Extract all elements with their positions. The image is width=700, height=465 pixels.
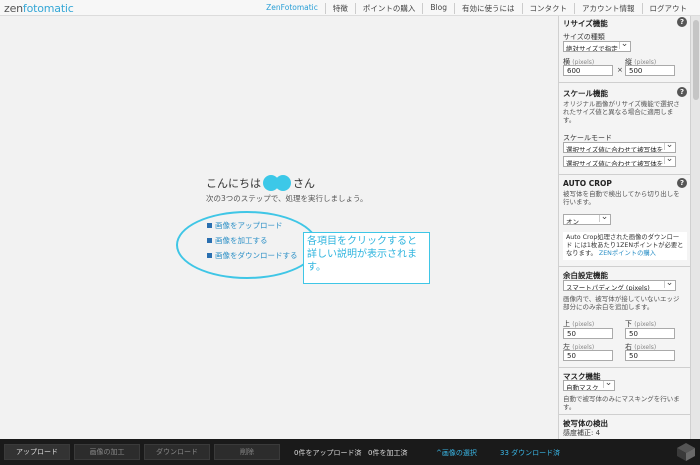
margin-title: 余白設定機能 <box>563 271 608 280</box>
mask-select[interactable]: 自動マスク <box>563 380 615 391</box>
upload-button[interactable]: アップロード <box>4 444 70 460</box>
settings-panel: リサイズ機能? サイズの種類 絶対サイズで指定 横 (pixels) 縦 (pi… <box>558 16 690 439</box>
step-upload-link[interactable]: 画像をアップロード <box>207 218 298 233</box>
logo-prefix: zen <box>4 2 23 15</box>
delete-button[interactable]: 削除 <box>214 444 280 460</box>
scrollbar-thumb[interactable] <box>693 20 699 100</box>
margin-bottom-unit: (pixels) <box>634 321 657 328</box>
autocrop-description: 被写体を自動で検出してから切り出しを行います。 <box>563 190 680 206</box>
sensitivity-label: 感度補正: 4 <box>563 429 601 437</box>
margin-bottom-label-text: 下 <box>625 320 632 328</box>
times-symbol: × <box>617 66 623 74</box>
margin-bottom-input[interactable]: 50 <box>625 328 675 339</box>
nav-item-features[interactable]: 特徴 <box>326 3 356 14</box>
scale-mode-select-2[interactable]: 選択サイズ値に合わせて被写体を <box>563 156 676 167</box>
cube-logo-icon <box>677 443 695 461</box>
greeting-subtitle: 次の3つのステップで、処理を実行しましょう。 <box>206 194 368 203</box>
nav-item-logout[interactable]: ログアウト <box>643 3 695 14</box>
scale-section: スケール機能? <box>559 86 690 101</box>
divider <box>559 266 690 267</box>
greeting: こんにちは さん <box>206 175 315 191</box>
divider <box>559 367 690 368</box>
greeting-prefix: こんにちは <box>206 177 261 190</box>
scale-description: オリジナル画像がリサイズ機能で選択されたサイズ値と異なる場合に適用します。 <box>563 100 680 124</box>
instruction-callout: 各項目をクリックすると詳しい説明が表示されます。 <box>303 232 430 284</box>
margin-description: 画像内で、被写体が接していないエッジ部分にのみ余白を追加します。 <box>563 295 680 311</box>
square-bullet-icon <box>207 223 212 228</box>
divider <box>559 82 690 83</box>
autocrop-title: AUTO CROP <box>563 179 612 188</box>
margin-top-label-text: 上 <box>563 320 570 328</box>
scale-mode-select-1[interactable]: 選択サイズ値に合わせて被写体を <box>563 142 676 153</box>
step-process-link[interactable]: 画像を加工する <box>207 233 298 248</box>
margin-left-input[interactable]: 50 <box>563 350 613 361</box>
divider <box>559 414 690 415</box>
autocrop-note: Auto Crop処理された画像のダウンロード には1枚あたり1ZENポイントが… <box>563 232 687 260</box>
height-input[interactable]: 500 <box>625 65 675 76</box>
width-input[interactable]: 600 <box>563 65 613 76</box>
top-navigation-bar: zenfotomatic ZenFotomatic 特徴 ポイントの購入 Blo… <box>0 0 700 16</box>
processed-count: 0件を加工済 <box>368 449 408 457</box>
nav-item-blog[interactable]: Blog <box>423 3 455 14</box>
step-download-label: 画像をダウンロードする <box>215 251 298 260</box>
resize-title: リサイズ機能 <box>563 19 608 28</box>
nav-item-account[interactable]: アカウント情報 <box>575 3 643 14</box>
select-images-link[interactable]: ^画像の選択 <box>436 448 477 458</box>
detect-title: 被写体の検出 <box>563 419 608 428</box>
uploaded-count: 0件をアップロード済 <box>294 449 362 457</box>
mask-description: 自動で被写体のみにマスキングを行います。 <box>563 395 680 411</box>
autocrop-section: AUTO CROP? <box>559 177 690 190</box>
step-upload-label: 画像をアップロード <box>215 221 283 230</box>
main-nav: ZenFotomatic 特徴 ポイントの購入 Blog 有効に使うには コンタ… <box>259 3 694 14</box>
nav-item-buy-points[interactable]: ポイントの購入 <box>356 3 424 14</box>
margin-top-unit: (pixels) <box>572 321 595 328</box>
nav-item-zenfotomatic[interactable]: ZenFotomatic <box>259 3 326 14</box>
process-button[interactable]: 画像の加工 <box>74 444 140 460</box>
download-button[interactable]: ダウンロード <box>144 444 210 460</box>
app-logo[interactable]: zenfotomatic <box>4 2 74 15</box>
step-download-link[interactable]: 画像をダウンロードする <box>207 248 298 263</box>
nav-item-contact[interactable]: コンタクト <box>523 3 575 14</box>
square-bullet-icon <box>207 238 212 243</box>
greeting-suffix: さん <box>293 177 315 190</box>
square-bullet-icon <box>207 253 212 258</box>
panel-scrollbar[interactable] <box>690 16 700 439</box>
margin-top-input[interactable]: 50 <box>563 328 613 339</box>
size-type-select[interactable]: 絶対サイズで指定 <box>563 41 631 52</box>
buy-points-link[interactable]: ZENポイントの購入 <box>599 250 656 257</box>
nav-item-tips[interactable]: 有効に使うには <box>455 3 523 14</box>
bottom-action-bar: アップロード 画像の加工 ダウンロード 削除 0件をアップロード済 0件を加工済… <box>0 439 700 465</box>
step-process-label: 画像を加工する <box>215 236 268 245</box>
padding-mode-select[interactable]: スマートパディング (pixels) <box>563 280 676 291</box>
help-icon[interactable]: ? <box>677 87 687 97</box>
downloaded-count-link[interactable]: 33 ダウンロード済 <box>500 448 560 458</box>
scale-title: スケール機能 <box>563 89 608 98</box>
autocrop-select[interactable]: オン <box>563 214 611 225</box>
redacted-username-icon <box>263 175 291 191</box>
step-list: 画像をアップロード 画像を加工する 画像をダウンロードする <box>207 218 298 263</box>
margin-right-input[interactable]: 50 <box>625 350 675 361</box>
help-icon[interactable]: ? <box>677 17 687 27</box>
resize-section: リサイズ機能? <box>559 16 690 31</box>
help-icon[interactable]: ? <box>677 178 687 188</box>
logo-suffix: fotomatic <box>22 2 74 15</box>
divider <box>559 174 690 175</box>
